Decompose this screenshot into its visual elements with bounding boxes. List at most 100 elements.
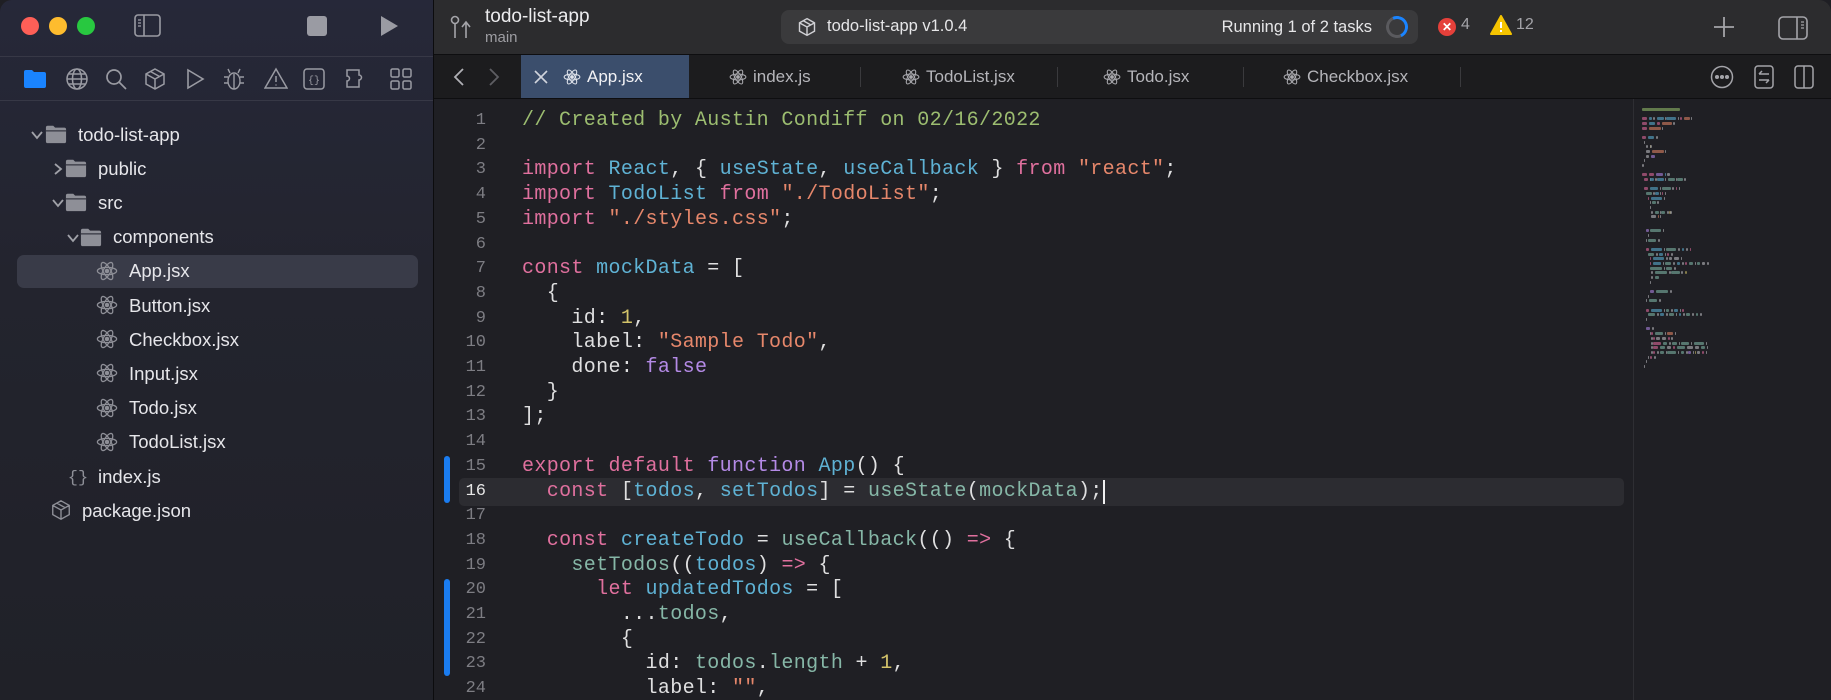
related-items-icon[interactable] — [1754, 65, 1774, 89]
code-line[interactable]: id: 1, — [522, 307, 646, 332]
code-line[interactable]: } — [522, 381, 559, 406]
minimap-segment — [1669, 257, 1672, 261]
code-line[interactable]: done: false — [522, 356, 707, 381]
error-icon[interactable]: ✕ — [1438, 18, 1456, 36]
split-editor-icon[interactable] — [1794, 65, 1814, 89]
code-token: "react" — [1077, 158, 1165, 182]
code-line[interactable]: import React, { useState, useCallback } … — [522, 158, 1177, 183]
tab-checkbox-jsx[interactable]: Checkbox.jsx — [1283, 55, 1408, 98]
minimap-segment — [1645, 318, 1648, 322]
tree-item-todo-list-app[interactable]: todo-list-app — [17, 118, 418, 151]
minimap-segment — [1662, 229, 1665, 233]
search-icon[interactable] — [104, 67, 128, 91]
tree-item-src[interactable]: src — [17, 186, 418, 219]
code-line[interactable]: import "./styles.css"; — [522, 208, 794, 233]
tab-todo-jsx[interactable]: Todo.jsx — [1103, 55, 1189, 98]
chevron-down-icon[interactable] — [51, 196, 65, 210]
tree-item-public[interactable]: public — [17, 152, 418, 185]
tree-item-components[interactable]: components — [17, 221, 418, 254]
run-button[interactable] — [378, 15, 400, 37]
minimap-segment — [1661, 122, 1672, 125]
chevron-down-icon[interactable] — [30, 128, 44, 142]
code-line[interactable]: ]; — [522, 405, 547, 430]
minimap-segment — [1668, 178, 1675, 182]
code-token: ) — [756, 553, 782, 577]
chevron-right-icon[interactable] — [51, 162, 65, 176]
react-file-icon — [902, 68, 920, 86]
chevron-down-icon[interactable] — [66, 231, 80, 245]
minimap-segment — [1671, 271, 1680, 275]
zoom-window-button[interactable] — [77, 17, 95, 35]
warning-icon[interactable] — [264, 67, 288, 91]
code-line[interactable]: label: "", — [522, 677, 769, 700]
tree-item-package-json[interactable]: package.json — [17, 494, 418, 527]
braces-icon[interactable]: {} — [302, 67, 326, 91]
close-window-button[interactable] — [21, 17, 39, 35]
minimap-segment — [1696, 350, 1701, 354]
minimap-segment — [1656, 136, 1658, 140]
minimap[interactable] — [1633, 99, 1831, 700]
change-indicator[interactable] — [444, 455, 450, 504]
toggle-inspector-icon[interactable] — [1778, 16, 1808, 40]
code-line[interactable]: setTodos((todos) => { — [522, 554, 831, 579]
folder-icon[interactable] — [23, 67, 47, 91]
grid-icon[interactable] — [389, 67, 413, 91]
breakpoint-icon[interactable] — [183, 67, 207, 91]
chevron-left-icon[interactable] — [452, 67, 466, 87]
close-tab-icon[interactable] — [533, 69, 549, 85]
warning-count[interactable]: 12 — [1516, 16, 1534, 34]
tab-app-jsx[interactable]: App.jsx — [521, 55, 689, 98]
minimap-segment — [1664, 150, 1667, 154]
minimap-segment — [1649, 187, 1658, 191]
tree-item-index-js[interactable]: {} index.js — [17, 460, 418, 493]
code-line[interactable]: { — [522, 282, 559, 307]
puzzle-icon[interactable] — [345, 67, 369, 91]
globe-icon[interactable] — [65, 67, 89, 91]
code-line[interactable]: // Created by Austin Condiff on 02/16/20… — [522, 109, 1041, 134]
minimap-segment — [1645, 145, 1648, 149]
folder-icon — [45, 123, 67, 145]
error-count[interactable]: 4 — [1461, 16, 1470, 34]
tree-item-app-jsx[interactable]: App.jsx — [17, 254, 418, 288]
tree-item-button-jsx[interactable]: Button.jsx — [17, 289, 418, 322]
add-icon[interactable] — [1713, 16, 1735, 38]
minimize-window-button[interactable] — [49, 17, 67, 35]
scheme-label[interactable]: todo-list-app v1.0.4 — [827, 17, 967, 36]
warning-icon[interactable] — [1490, 15, 1512, 35]
code-line[interactable]: const createTodo = useCallback(() => { — [522, 529, 1016, 554]
activity-view[interactable]: todo-list-app v1.0.4 Running 1 of 2 task… — [781, 10, 1418, 44]
minimap-segment — [1683, 313, 1685, 317]
tree-item-todolist-jsx[interactable]: TodoList.jsx — [17, 426, 418, 459]
stop-button[interactable] — [307, 16, 327, 36]
branch-name[interactable]: main — [485, 29, 518, 46]
minimap-segment — [1666, 308, 1670, 312]
code-line[interactable]: { — [522, 628, 633, 653]
tree-item-todo-jsx[interactable]: Todo.jsx — [17, 392, 418, 425]
code-line[interactable]: let updatedTodos = [ — [522, 578, 843, 603]
code-line[interactable]: id: todos.length + 1, — [522, 652, 905, 677]
minimap-segment — [1642, 164, 1644, 168]
code-line[interactable]: export default function App() { — [522, 455, 905, 480]
chevron-right-icon[interactable] — [487, 67, 501, 87]
change-indicator[interactable] — [444, 579, 450, 677]
minimap-segment — [1679, 308, 1682, 312]
code-line[interactable]: const mockData = [ — [522, 257, 744, 282]
code-token: updatedTodos — [645, 578, 794, 602]
tree-item-input-jsx[interactable]: Input.jsx — [17, 357, 418, 390]
code-line[interactable]: import TodoList from "./TodoList"; — [522, 183, 942, 208]
more-options-icon[interactable] — [1710, 65, 1734, 89]
code-line[interactable]: label: "Sample Todo", — [522, 331, 831, 356]
cube-icon[interactable] — [143, 67, 167, 91]
code-token: [ — [608, 479, 634, 503]
project-title[interactable]: todo-list-app — [485, 6, 590, 28]
tree-item-checkbox-jsx[interactable]: Checkbox.jsx — [17, 323, 418, 356]
bug-icon[interactable] — [222, 67, 246, 91]
code-editor[interactable]: 1 2 3 4 5 6 7 8 9 10 11 12 13 14 15 16 17 18 19 20 21 22 23 24 … — [435, 99, 1831, 700]
tab-todolist-jsx[interactable]: TodoList.jsx — [902, 55, 1015, 98]
code-line[interactable]: ...todos, — [522, 603, 732, 628]
tab-index-js[interactable]: index.js — [729, 55, 811, 98]
code-line[interactable]: const [todos, setTodos] = useState(mockD… — [522, 480, 1103, 505]
toggle-sidebar-icon[interactable] — [134, 14, 161, 37]
